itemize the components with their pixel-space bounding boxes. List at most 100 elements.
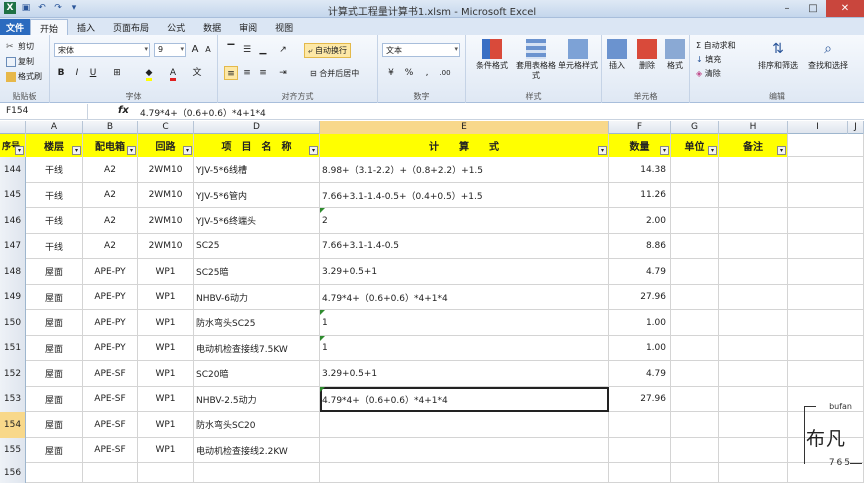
unit-cell[interactable] xyxy=(671,284,719,310)
remark-cell[interactable] xyxy=(719,157,788,183)
panel-cell[interactable]: APE-PY xyxy=(83,284,138,310)
circuit-cell[interactable]: WP1 xyxy=(138,361,194,387)
clear-button[interactable]: ◈ 清除 xyxy=(696,68,721,79)
cell-styles-button[interactable]: 单元格样式 xyxy=(556,39,600,71)
row-header[interactable]: 146 xyxy=(0,208,26,234)
panel-cell[interactable]: A2 xyxy=(83,233,138,259)
panel-cell[interactable]: APE-SF xyxy=(83,412,138,438)
formula-cell[interactable]: 4.79*4+（0.6+0.6）*4+1*4 xyxy=(320,284,609,310)
item-name-cell[interactable] xyxy=(194,463,320,483)
column-header-i[interactable]: I xyxy=(788,121,848,134)
merge-center-button[interactable]: ⊟ 合并后居中 xyxy=(310,68,359,79)
row-header[interactable]: 156 xyxy=(0,463,26,483)
column-header-g[interactable]: G xyxy=(671,121,719,134)
item-name-cell[interactable]: YJV-5*6线槽 xyxy=(194,157,320,183)
fill-color-button[interactable]: ◆ xyxy=(142,66,156,81)
circuit-cell[interactable]: WP1 xyxy=(138,310,194,336)
unit-cell[interactable] xyxy=(671,157,719,183)
percent-button[interactable]: % xyxy=(402,66,416,80)
empty-cell[interactable] xyxy=(788,134,864,157)
quantity-cell[interactable]: 1.00 xyxy=(609,310,671,336)
align-top-button[interactable]: ▔ xyxy=(224,43,238,57)
floor-cell[interactable]: 屋面 xyxy=(26,361,83,387)
item-name-cell[interactable]: NHBV-2.5动力 xyxy=(194,386,320,412)
column-header-a[interactable]: A xyxy=(26,121,83,134)
find-select-button[interactable]: ⌕ 查找和选择 xyxy=(806,39,850,71)
panel-cell[interactable]: APE-PY xyxy=(83,335,138,361)
close-button[interactable]: ✕ xyxy=(826,0,864,17)
column-header-h[interactable]: H xyxy=(719,121,788,134)
empty-cell[interactable] xyxy=(788,157,864,183)
wrap-text-button[interactable]: ⤶ 自动换行 xyxy=(304,43,352,58)
circuit-cell[interactable]: WP1 xyxy=(138,335,194,361)
empty-cell[interactable] xyxy=(788,233,864,259)
font-name-select[interactable]: 宋体 ▾ xyxy=(54,43,150,57)
align-bottom-button[interactable]: ▁ xyxy=(256,43,270,57)
formula-cell[interactable]: 3.29+0.5+1 xyxy=(320,361,609,387)
tab-formulas[interactable]: 公式 xyxy=(158,19,194,35)
delete-cells-button[interactable]: 删除 xyxy=(632,39,662,71)
comma-button[interactable]: , xyxy=(420,66,434,80)
circuit-cell[interactable]: 2WM10 xyxy=(138,157,194,183)
circuit-cell[interactable]: 2WM10 xyxy=(138,233,194,259)
item-name-cell[interactable]: SC20暗 xyxy=(194,361,320,387)
filter-dropdown-icon[interactable]: ▾ xyxy=(777,146,786,155)
panel-cell[interactable]: APE-PY xyxy=(83,310,138,336)
panel-cell[interactable]: A2 xyxy=(83,208,138,234)
name-box[interactable]: F154 xyxy=(0,104,88,120)
floor-cell[interactable]: 屋面 xyxy=(26,437,83,463)
filter-dropdown-icon[interactable]: ▾ xyxy=(598,146,607,155)
insert-function-button[interactable]: fx xyxy=(118,105,129,116)
copy-button[interactable]: 复制 xyxy=(6,56,34,67)
quantity-cell[interactable] xyxy=(609,437,671,463)
panel-cell[interactable]: APE-SF xyxy=(83,437,138,463)
panel-cell[interactable]: APE-PY xyxy=(83,259,138,285)
filter-dropdown-icon[interactable]: ▾ xyxy=(660,146,669,155)
remark-cell[interactable] xyxy=(719,208,788,234)
filter-dropdown-icon[interactable]: ▾ xyxy=(127,146,136,155)
row-header[interactable]: 147 xyxy=(0,233,26,259)
orientation-button[interactable]: ↗ xyxy=(276,43,290,57)
item-name-cell[interactable]: 防水弯头SC20 xyxy=(194,412,320,438)
remark-cell[interactable] xyxy=(719,259,788,285)
formula-cell[interactable] xyxy=(320,437,609,463)
align-center-button[interactable]: ≡ xyxy=(240,66,254,80)
empty-cell[interactable] xyxy=(788,182,864,208)
quantity-cell[interactable]: 11.26 xyxy=(609,182,671,208)
tab-file[interactable]: 文件 xyxy=(0,19,31,35)
floor-cell[interactable]: 屋面 xyxy=(26,284,83,310)
remark-cell[interactable] xyxy=(719,437,788,463)
quantity-cell[interactable]: 4.79 xyxy=(609,361,671,387)
panel-cell[interactable]: A2 xyxy=(83,182,138,208)
header-formula-cell[interactable]: 计 算 式 ▾ xyxy=(320,134,609,157)
tab-page-layout[interactable]: 页面布局 xyxy=(104,19,158,35)
item-name-cell[interactable]: SC25 xyxy=(194,233,320,259)
row-header[interactable]: 149 xyxy=(0,284,26,310)
circuit-cell[interactable]: WP1 xyxy=(138,386,194,412)
panel-cell[interactable]: APE-SF xyxy=(83,386,138,412)
floor-cell[interactable] xyxy=(26,463,83,483)
quantity-cell[interactable]: 14.38 xyxy=(609,157,671,183)
panel-cell[interactable]: A2 xyxy=(83,157,138,183)
font-size-select[interactable]: 9 ▾ xyxy=(154,43,186,57)
remark-cell[interactable] xyxy=(719,463,788,483)
formula-input[interactable]: 4.79*4+（0.6+0.6）*4+1*4 xyxy=(140,106,266,119)
quantity-cell[interactable] xyxy=(609,412,671,438)
row-header[interactable]: 144 xyxy=(0,157,26,183)
formula-cell[interactable]: 7.66+3.1-1.4-0.5 xyxy=(320,233,609,259)
item-name-cell[interactable]: NHBV-6动力 xyxy=(194,284,320,310)
quantity-cell[interactable]: 8.86 xyxy=(609,233,671,259)
row-header[interactable]: 145 xyxy=(0,182,26,208)
indent-button[interactable]: ⇥ xyxy=(276,66,290,80)
floor-cell[interactable]: 干线 xyxy=(26,208,83,234)
autosum-button[interactable]: Σ 自动求和 xyxy=(696,40,736,51)
header-floor-cell[interactable]: 楼层 ▾ xyxy=(26,134,83,157)
floor-cell[interactable]: 屋面 xyxy=(26,386,83,412)
circuit-cell[interactable] xyxy=(138,463,194,483)
quantity-cell[interactable] xyxy=(609,463,671,483)
fill-button[interactable]: ↓ 填充 xyxy=(696,54,721,65)
quantity-cell[interactable]: 1.00 xyxy=(609,335,671,361)
floor-cell[interactable]: 干线 xyxy=(26,157,83,183)
quantity-cell[interactable]: 2.00 xyxy=(609,208,671,234)
unit-cell[interactable] xyxy=(671,412,719,438)
